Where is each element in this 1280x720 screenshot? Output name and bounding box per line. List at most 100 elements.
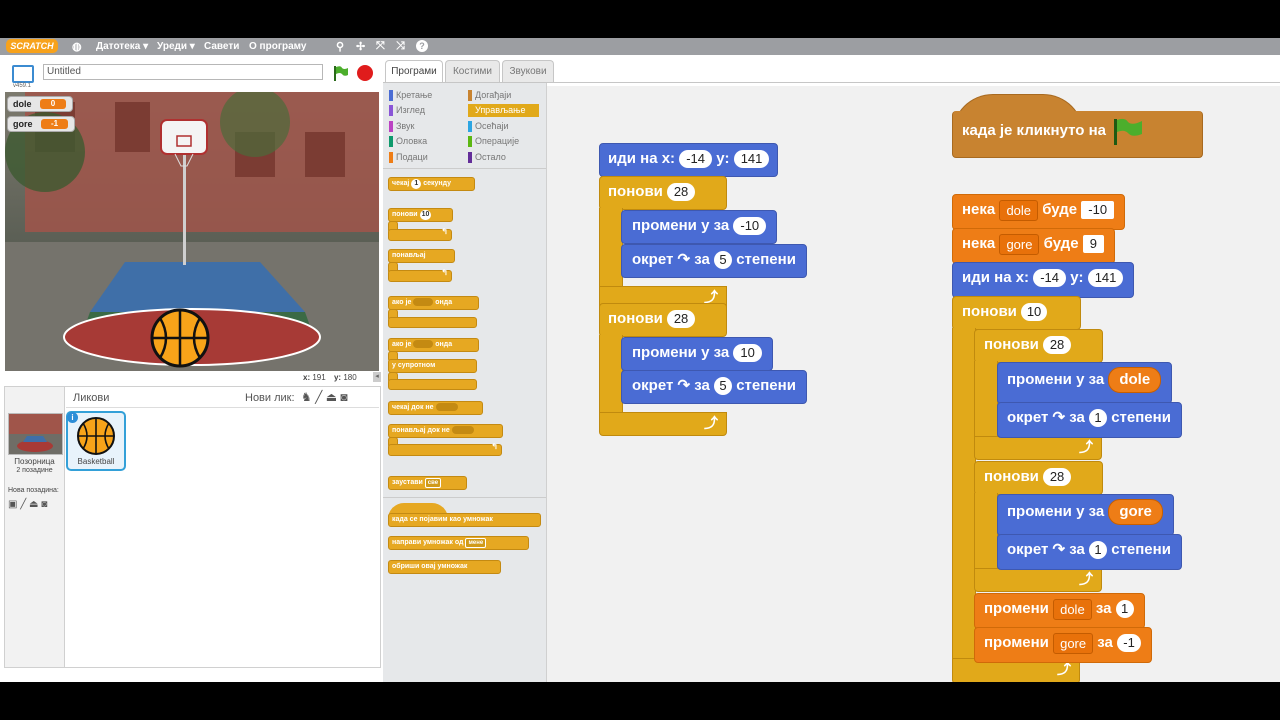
category-pen[interactable]: Оловка [389,135,427,148]
watcher-gore: gore -1 [7,116,75,132]
turn-block[interactable]: окрет ↷ за 1 степени [997,534,1182,570]
repeat-block[interactable]: понови 28 [974,461,1103,495]
grow-tool-icon[interactable]: ⤧ [376,40,385,53]
category-looks[interactable]: Изглед [389,104,425,117]
scripts-area[interactable]: иди на x: -14 y: 141 понови 28 ⤴ промени… [547,86,1280,682]
change-y-block[interactable]: промени y за gore [997,494,1174,536]
stage-canvas[interactable]: dole 0 gore -1 [5,92,379,371]
category-label: Управљање [475,105,526,115]
palette-wait-block[interactable]: чекај 1 секунду [388,177,475,191]
version-label: v459.1 [13,83,32,89]
paint-icon[interactable]: ╱ [315,390,322,404]
palette-forever-block[interactable]: понављај [388,249,455,263]
stage-thumbnail[interactable] [8,413,63,455]
scratch-logo[interactable]: SCRATCH [6,39,58,53]
stop-icon[interactable] [357,65,373,81]
category-sound[interactable]: Звук [389,120,414,133]
set-variable-block[interactable]: нека dole буде -10 [952,194,1126,230]
divider [383,497,546,498]
palette-if-block[interactable]: ако је онда [388,296,479,310]
change-y-block[interactable]: промени y за 10 [621,337,773,371]
sprite-library-icon[interactable]: ♞ [301,390,312,404]
tab-sounds[interactable]: Звукови [502,60,554,83]
category-sensing[interactable]: Осећаји [468,120,509,133]
turn-block[interactable]: окрет ↷ за 5 степени [621,370,807,404]
upload-icon[interactable]: ⏏ [29,499,38,510]
set-variable-block[interactable]: нека gore буде 9 [952,228,1115,264]
category-operators[interactable]: Операције [468,135,519,148]
basketball-thumbnail [77,417,115,455]
help-icon[interactable]: ? [416,40,428,52]
repeat-block[interactable]: понови 28 [599,176,727,210]
fullscreen-icon[interactable] [12,65,34,83]
palette-if-else-block[interactable]: ако је онда [388,338,479,352]
change-variable-block[interactable]: промени gore за -1 [974,627,1153,663]
shrink-tool-icon[interactable]: ⤨ [396,40,405,53]
camera-icon[interactable]: ◙ [41,499,47,510]
sprite-tile[interactable]: i Basketball [66,411,126,471]
repeat-arm [599,335,623,415]
cut-tool-icon[interactable]: ✢ [356,40,365,53]
collapse-stage-icon[interactable]: ◂ [373,372,381,382]
change-variable-block[interactable]: промени dole за 1 [974,593,1145,629]
palette-repeat-block[interactable]: понови 10 [388,208,453,222]
menu-about[interactable]: О програму [249,41,306,52]
scratch-editor: SCRATCH ◍ Датотека ▾ Уреди ▾ Савети О пр… [0,38,1280,682]
goto-xy-block[interactable]: иди на x: -14 y: 141 [952,262,1135,298]
backdrop-count: 2 позадине [16,467,53,474]
camera-icon[interactable]: ◙ [340,390,347,404]
palette-delete-clone-block[interactable]: обриши овај умножак [388,560,501,574]
category-data[interactable]: Подаци [389,151,428,164]
paint-icon[interactable]: ╱ [20,499,26,510]
category-label: Операције [475,136,520,146]
menu-tips[interactable]: Савети [204,41,239,52]
category-motion[interactable]: Кретање [389,89,432,102]
repeat-foot: ⤴ [599,412,727,436]
divider [66,407,379,408]
repeat-foot: ⤴ [974,436,1102,460]
category-more[interactable]: Остало [468,151,506,164]
change-y-block[interactable]: промени y за -10 [621,210,778,244]
turn-right-icon: ↷ [677,251,691,268]
palette-wait-until-block[interactable]: чекај док не [388,401,483,415]
tab-costumes[interactable]: Костими [445,60,500,83]
globe-icon[interactable]: ◍ [72,40,82,53]
category-label: Догађаји [475,90,512,100]
menu-file[interactable]: Датотека ▾ [96,41,148,52]
turn-block[interactable]: окрет ↷ за 5 степени [621,244,807,278]
basketball-sprite[interactable] [150,308,210,368]
green-flag-icon[interactable] [332,65,348,81]
duplicate-tool-icon[interactable]: ⚲ [336,40,344,53]
category-control[interactable]: Управљање [468,104,539,117]
category-label: Осећаји [475,121,509,131]
new-sprite-tools: ♞ ╱ ⏏ ◙ [301,390,348,404]
repeat-block[interactable]: понови 28 [599,303,727,337]
palette-clone-hat-block[interactable]: када се појавим као умножак [388,513,541,527]
tab-scripts[interactable]: Програми [385,60,443,83]
category-events[interactable]: Догађаји [468,89,511,102]
sprite-name: Basketball [77,457,115,466]
image-library-icon[interactable]: ▣ [8,499,17,510]
project-title-input[interactable]: Untitled [43,64,323,80]
repeat-block[interactable]: понови 28 [974,329,1103,363]
stage-label: Позорница [14,457,55,466]
sprite-pane: Позорница 2 позадине Нова позадина: ▣ ╱ … [4,386,381,668]
when-flag-clicked-block[interactable]: када је кликнуто на [952,111,1203,158]
menu-edit[interactable]: Уреди ▾ [157,41,195,52]
divider [383,168,546,169]
mouse-coordinates: x: 191 y: 180 [303,373,357,382]
palette-repeat-until-block[interactable]: понављај док не [388,424,503,438]
repeat-block[interactable]: понови 10 [952,296,1081,330]
new-sprite-label: Нови лик: [245,392,295,404]
upload-icon[interactable]: ⏏ [326,390,337,404]
turn-block[interactable]: окрет ↷ за 1 степени [997,402,1182,438]
palette-else-label: у супротном [388,359,477,373]
x-value: 191 [312,373,326,382]
turn-right-icon: ↷ [1052,541,1066,558]
goto-xy-block[interactable]: иди на x: -14 y: 141 [599,143,779,177]
palette-repeat-until-foot: ↰ [388,442,502,456]
palette-create-clone-block[interactable]: направи умножак од мене [388,536,529,550]
change-y-block[interactable]: промени y за dole [997,362,1173,404]
palette-stop-block[interactable]: заустави све [388,476,467,490]
palette-else-foot [388,379,477,390]
